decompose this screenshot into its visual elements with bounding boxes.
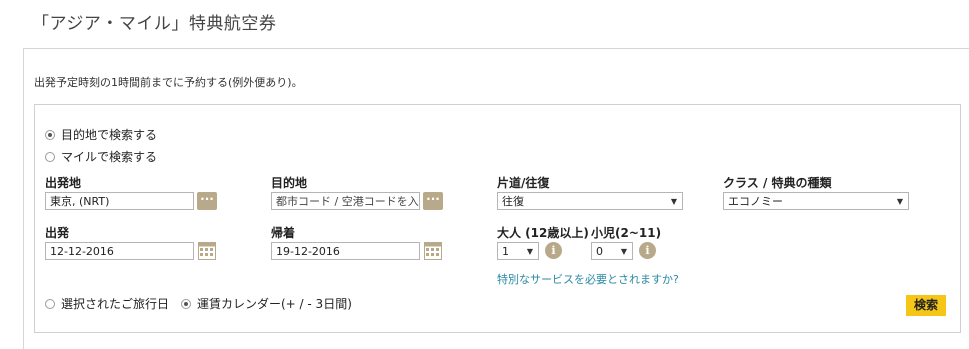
depart-date-input[interactable]: 12-12-2016 — [45, 242, 194, 260]
radio-checked-icon[interactable] — [45, 129, 55, 140]
destination-label: 目的地 — [271, 176, 308, 190]
fare-calendar-option[interactable]: 運賃カレンダー(+ / - 3日間) — [181, 295, 352, 312]
class-select[interactable]: エコノミー ▼ — [723, 192, 909, 210]
children-value: 0 — [596, 245, 603, 258]
destination-lookup-button[interactable]: ··· — [423, 192, 443, 210]
radio-unchecked-icon[interactable] — [45, 298, 55, 309]
trip-type-value: 往復 — [502, 195, 524, 208]
class-value: エコノミー — [728, 195, 783, 208]
search-button[interactable]: 検索 — [906, 295, 946, 316]
trip-type-label: 片道/往復 — [497, 176, 550, 190]
selected-date-option[interactable]: 選択されたご旅行日 — [45, 295, 169, 312]
search-by-destination-label: 目的地で検索する — [61, 128, 158, 142]
return-date-label: 帰着 — [271, 226, 296, 240]
booking-note: 出発予定時刻の1時間前までに予約する(例外便あり)。 — [34, 76, 303, 89]
info-icon[interactable]: i — [639, 242, 656, 259]
destination-input[interactable]: 都市コード / 空港コードを入力 — [271, 192, 420, 210]
origin-input[interactable]: 東京, (NRT) — [45, 192, 194, 210]
radio-unchecked-icon[interactable] — [45, 151, 55, 162]
chevron-down-icon: ▼ — [896, 197, 903, 206]
origin-lookup-button[interactable]: ··· — [197, 192, 217, 210]
info-icon[interactable]: i — [545, 242, 562, 259]
origin-label: 出発地 — [45, 176, 82, 190]
children-label: 小児(2~11) — [591, 226, 662, 240]
selected-date-label: 選択されたご旅行日 — [61, 297, 170, 311]
trip-type-select[interactable]: 往復 ▼ — [497, 192, 683, 210]
calendar-icon[interactable] — [198, 242, 216, 260]
search-by-destination-option[interactable]: 目的地で検索する — [45, 126, 157, 143]
special-service-link[interactable]: 特別なサービスを必要とされますか? — [497, 271, 679, 287]
adults-select[interactable]: 1 ▼ — [497, 242, 539, 260]
depart-date-label: 出発 — [45, 226, 70, 240]
return-date-input[interactable]: 19-12-2016 — [271, 242, 420, 260]
search-by-miles-option[interactable]: マイルで検索する — [45, 148, 157, 165]
chevron-down-icon: ▼ — [526, 247, 533, 256]
adults-label: 大人 (12歳以上) — [497, 226, 589, 240]
adults-value: 1 — [502, 245, 509, 258]
radio-checked-icon[interactable] — [181, 298, 191, 309]
class-label: クラス / 特典の種類 — [723, 176, 832, 190]
chevron-down-icon: ▼ — [620, 247, 627, 256]
calendar-icon[interactable] — [424, 242, 442, 260]
page-title: 「アジア・マイル」特典航空券 — [32, 14, 277, 34]
search-by-miles-label: マイルで検索する — [61, 150, 158, 164]
search-panel — [34, 104, 961, 333]
chevron-down-icon: ▼ — [670, 197, 677, 206]
children-select[interactable]: 0 ▼ — [591, 242, 633, 260]
fare-calendar-label: 運賃カレンダー(+ / - 3日間) — [197, 297, 352, 311]
